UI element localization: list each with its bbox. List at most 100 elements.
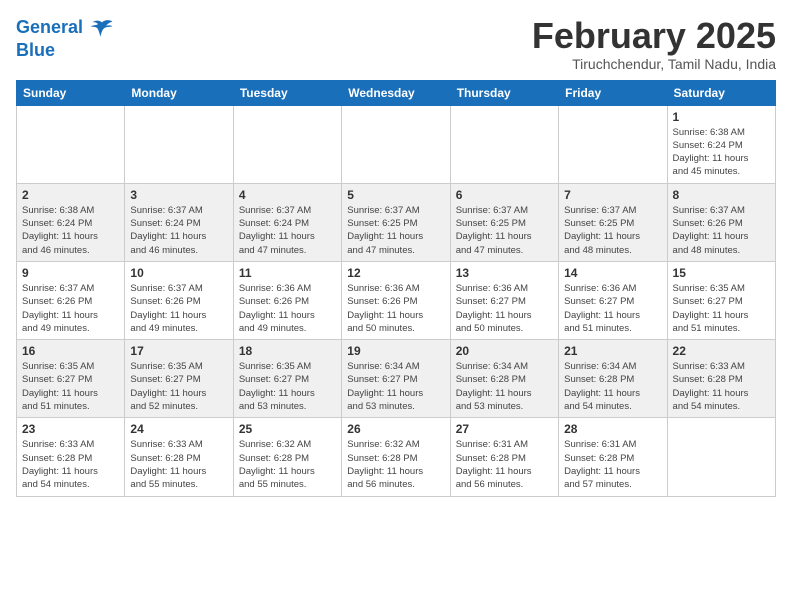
calendar-cell [450, 105, 558, 183]
day-info: Sunrise: 6:37 AM Sunset: 6:25 PM Dayligh… [456, 204, 553, 257]
header-sunday: Sunday [17, 80, 125, 105]
header-tuesday: Tuesday [233, 80, 341, 105]
day-info: Sunrise: 6:33 AM Sunset: 6:28 PM Dayligh… [130, 438, 227, 491]
day-info: Sunrise: 6:36 AM Sunset: 6:27 PM Dayligh… [564, 282, 661, 335]
calendar-cell: 28Sunrise: 6:31 AM Sunset: 6:28 PM Dayli… [559, 418, 667, 496]
week-row-5: 23 Sunrise: 6:33 AM Sunset: 6:28 PM Dayli… [17, 418, 776, 496]
title-month: February 2025 [532, 16, 776, 56]
calendar-cell: 27 Sunrise: 6:31 AM Sunset: 6:28 PM Dayli… [450, 418, 558, 496]
day-info: Sunrise: 6:31 AM Sunset: 6:28 PM Dayligh… [456, 438, 553, 491]
calendar-cell: 15 Sunrise: 6:35 AM Sunset: 6:27 PM Dayli… [667, 261, 775, 339]
day-info: Sunrise: 6:35 AM Sunset: 6:27 PM Dayligh… [239, 360, 336, 413]
calendar-cell: 18 Sunrise: 6:35 AM Sunset: 6:27 PM Dayli… [233, 340, 341, 418]
week-row-1: 1 Sunrise: 6:38 AM Sunset: 6:24 PM Daylig… [17, 105, 776, 183]
calendar-cell: 13 Sunrise: 6:36 AM Sunset: 6:27 PM Dayli… [450, 261, 558, 339]
header-saturday: Saturday [667, 80, 775, 105]
day-info: Sunrise: 6:31 AM Sunset: 6:28 PM Dayligh… [564, 438, 661, 491]
calendar-cell: 3 Sunrise: 6:37 AM Sunset: 6:24 PM Daylig… [125, 183, 233, 261]
day-number: 27 [456, 422, 553, 436]
day-info: Sunrise: 6:35 AM Sunset: 6:27 PM Dayligh… [673, 282, 770, 335]
day-info: Sunrise: 6:37 AM Sunset: 6:24 PM Dayligh… [239, 204, 336, 257]
day-number: 23 [22, 422, 119, 436]
day-number: 9 [22, 266, 119, 280]
day-info: Sunrise: 6:37 AM Sunset: 6:26 PM Dayligh… [130, 282, 227, 335]
day-info: Sunrise: 6:38 AM Sunset: 6:24 PM Dayligh… [673, 126, 770, 179]
week-row-4: 16 Sunrise: 6:35 AM Sunset: 6:27 PM Dayli… [17, 340, 776, 418]
header-monday: Monday [125, 80, 233, 105]
day-info: Sunrise: 6:34 AM Sunset: 6:28 PM Dayligh… [564, 360, 661, 413]
calendar-cell: 14 Sunrise: 6:36 AM Sunset: 6:27 PM Dayli… [559, 261, 667, 339]
calendar-cell: 2 Sunrise: 6:38 AM Sunset: 6:24 PM Daylig… [17, 183, 125, 261]
day-number: 8 [673, 188, 770, 202]
logo-bird-icon [90, 16, 114, 40]
day-info: Sunrise: 6:33 AM Sunset: 6:28 PM Dayligh… [22, 438, 119, 491]
header-friday: Friday [559, 80, 667, 105]
calendar-cell: 5Sunrise: 6:37 AM Sunset: 6:25 PM Daylig… [342, 183, 450, 261]
calendar-cell: 9 Sunrise: 6:37 AM Sunset: 6:26 PM Daylig… [17, 261, 125, 339]
day-info: Sunrise: 6:37 AM Sunset: 6:26 PM Dayligh… [22, 282, 119, 335]
day-info: Sunrise: 6:38 AM Sunset: 6:24 PM Dayligh… [22, 204, 119, 257]
calendar-cell: 4Sunrise: 6:37 AM Sunset: 6:24 PM Daylig… [233, 183, 341, 261]
day-number: 18 [239, 344, 336, 358]
day-number: 22 [673, 344, 770, 358]
day-number: 13 [456, 266, 553, 280]
day-info: Sunrise: 6:36 AM Sunset: 6:27 PM Dayligh… [456, 282, 553, 335]
day-number: 17 [130, 344, 227, 358]
day-info: Sunrise: 6:35 AM Sunset: 6:27 PM Dayligh… [130, 360, 227, 413]
day-number: 25 [239, 422, 336, 436]
calendar-cell: 8 Sunrise: 6:37 AM Sunset: 6:26 PM Daylig… [667, 183, 775, 261]
logo: General Blue [16, 16, 114, 61]
calendar-cell: 10 Sunrise: 6:37 AM Sunset: 6:26 PM Dayli… [125, 261, 233, 339]
calendar-cell: 19 Sunrise: 6:34 AM Sunset: 6:27 PM Dayli… [342, 340, 450, 418]
day-number: 26 [347, 422, 444, 436]
week-row-3: 9 Sunrise: 6:37 AM Sunset: 6:26 PM Daylig… [17, 261, 776, 339]
day-info: Sunrise: 6:37 AM Sunset: 6:24 PM Dayligh… [130, 204, 227, 257]
day-number: 21 [564, 344, 661, 358]
calendar-cell [559, 105, 667, 183]
day-number: 20 [456, 344, 553, 358]
calendar-table: SundayMondayTuesdayWednesdayThursdayFrid… [16, 80, 776, 497]
day-number: 3 [130, 188, 227, 202]
day-info: Sunrise: 6:34 AM Sunset: 6:28 PM Dayligh… [456, 360, 553, 413]
calendar-cell [125, 105, 233, 183]
calendar-cell: 12 Sunrise: 6:36 AM Sunset: 6:26 PM Dayli… [342, 261, 450, 339]
title-location: Tiruchchendur, Tamil Nadu, India [532, 56, 776, 72]
day-number: 10 [130, 266, 227, 280]
day-number: 2 [22, 188, 119, 202]
calendar-cell [17, 105, 125, 183]
calendar-cell: 17 Sunrise: 6:35 AM Sunset: 6:27 PM Dayli… [125, 340, 233, 418]
calendar-cell [233, 105, 341, 183]
day-number: 14 [564, 266, 661, 280]
day-number: 16 [22, 344, 119, 358]
day-number: 19 [347, 344, 444, 358]
calendar-cell: 26 Sunrise: 6:32 AM Sunset: 6:28 PM Dayli… [342, 418, 450, 496]
day-info: Sunrise: 6:36 AM Sunset: 6:26 PM Dayligh… [239, 282, 336, 335]
weekday-header-row: SundayMondayTuesdayWednesdayThursdayFrid… [17, 80, 776, 105]
day-number: 11 [239, 266, 336, 280]
day-number: 7 [564, 188, 661, 202]
header-wednesday: Wednesday [342, 80, 450, 105]
day-number: 1 [673, 110, 770, 124]
calendar-cell: 7Sunrise: 6:37 AM Sunset: 6:25 PM Daylig… [559, 183, 667, 261]
calendar-cell: 11 Sunrise: 6:36 AM Sunset: 6:26 PM Dayli… [233, 261, 341, 339]
day-info: Sunrise: 6:32 AM Sunset: 6:28 PM Dayligh… [239, 438, 336, 491]
day-info: Sunrise: 6:37 AM Sunset: 6:25 PM Dayligh… [347, 204, 444, 257]
day-info: Sunrise: 6:33 AM Sunset: 6:28 PM Dayligh… [673, 360, 770, 413]
day-info: Sunrise: 6:34 AM Sunset: 6:27 PM Dayligh… [347, 360, 444, 413]
day-info: Sunrise: 6:36 AM Sunset: 6:26 PM Dayligh… [347, 282, 444, 335]
logo-blue-text: Blue [16, 40, 114, 61]
header-thursday: Thursday [450, 80, 558, 105]
day-number: 24 [130, 422, 227, 436]
calendar-cell: 25 Sunrise: 6:32 AM Sunset: 6:28 PM Dayli… [233, 418, 341, 496]
calendar-cell: 23 Sunrise: 6:33 AM Sunset: 6:28 PM Dayli… [17, 418, 125, 496]
day-number: 12 [347, 266, 444, 280]
day-number: 15 [673, 266, 770, 280]
day-number: 6 [456, 188, 553, 202]
calendar-cell: 21 Sunrise: 6:34 AM Sunset: 6:28 PM Dayli… [559, 340, 667, 418]
calendar-cell: 6 Sunrise: 6:37 AM Sunset: 6:25 PM Daylig… [450, 183, 558, 261]
calendar-cell: 16Sunrise: 6:35 AM Sunset: 6:27 PM Dayli… [17, 340, 125, 418]
day-info: Sunrise: 6:32 AM Sunset: 6:28 PM Dayligh… [347, 438, 444, 491]
calendar-cell [667, 418, 775, 496]
logo-text: General [16, 16, 114, 40]
day-info: Sunrise: 6:37 AM Sunset: 6:26 PM Dayligh… [673, 204, 770, 257]
